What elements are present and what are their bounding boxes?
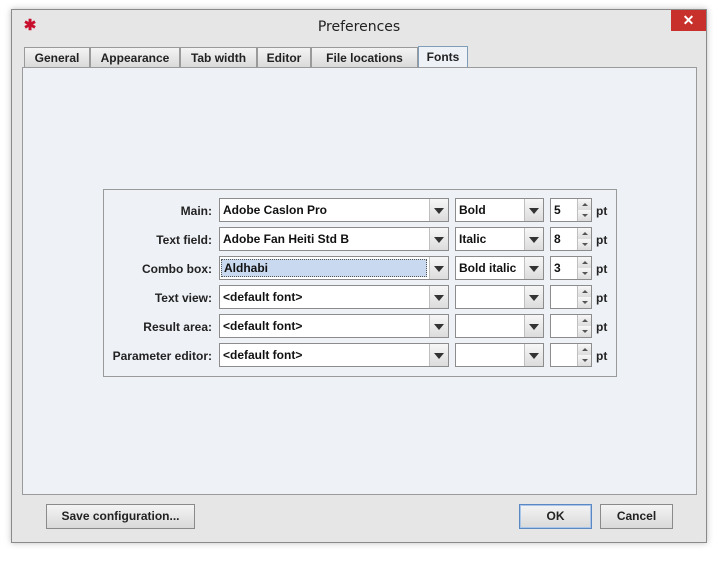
combo-box-size-unit: pt: [596, 262, 608, 276]
parameter-editor-font-label: Parameter editor:: [112, 349, 212, 363]
title-bar[interactable]: ✱ Preferences ✕: [12, 10, 706, 45]
text-view-size-unit: pt: [596, 291, 608, 305]
combo-box-font-style-combo[interactable]: Bold italic: [455, 256, 544, 280]
text-view-font-family-combo[interactable]: <default font>: [219, 285, 449, 309]
tab-general[interactable]: General: [24, 47, 90, 67]
main-font-size-spinner[interactable]: 5: [550, 198, 592, 222]
parameter-editor-size-unit: pt: [596, 349, 608, 363]
chevron-down-icon[interactable]: [429, 315, 448, 337]
tab-appearance[interactable]: Appearance: [90, 47, 180, 67]
text-field-font-size-value: 8: [554, 232, 561, 246]
text-field-font-family-combo[interactable]: Adobe Fan Heiti Std B: [219, 227, 449, 251]
text-field-font-size-spinner[interactable]: 8: [550, 227, 592, 251]
main-font-style-value: Bold: [459, 203, 486, 217]
spinner-down-icon[interactable]: [577, 239, 591, 250]
combo-box-font-family-combo[interactable]: Aldhabi: [219, 256, 449, 280]
parameter-editor-font-family-combo[interactable]: <default font>: [219, 343, 449, 367]
spinner-down-icon[interactable]: [577, 210, 591, 221]
main-size-unit: pt: [596, 204, 608, 218]
main-font-style-combo[interactable]: Bold: [455, 198, 544, 222]
main-font-family-combo[interactable]: Adobe Caslon Pro: [219, 198, 449, 222]
spinner-down-icon[interactable]: [577, 326, 591, 337]
chevron-down-icon[interactable]: [524, 344, 543, 366]
save-configuration-button[interactable]: Save configuration...: [46, 504, 195, 529]
main-font-size-value: 5: [554, 203, 561, 217]
result-area-font-family-value: <default font>: [223, 319, 303, 333]
chevron-down-icon[interactable]: [524, 286, 543, 308]
tab-tab-width[interactable]: Tab width: [180, 47, 257, 67]
main-font-label: Main:: [180, 204, 212, 218]
close-button[interactable]: ✕: [671, 10, 706, 31]
parameter-editor-font-family-value: <default font>: [223, 348, 303, 362]
spinner-down-icon[interactable]: [577, 268, 591, 279]
combo-box-font-family-value: Aldhabi: [221, 259, 427, 277]
chevron-down-icon[interactable]: [429, 228, 448, 250]
parameter-editor-font-style-combo[interactable]: [455, 343, 544, 367]
spinner-down-icon[interactable]: [577, 355, 591, 366]
chevron-down-icon[interactable]: [429, 257, 448, 279]
combo-box-font-style-value: Bold italic: [459, 261, 517, 275]
tab-file-locations[interactable]: File locations: [311, 47, 418, 67]
close-icon: ✕: [682, 12, 695, 28]
tab-editor[interactable]: Editor: [257, 47, 311, 67]
combo-box-font-label: Combo box:: [142, 262, 212, 276]
main-font-family-value: Adobe Caslon Pro: [223, 203, 328, 217]
text-view-font-family-value: <default font>: [223, 290, 303, 304]
text-field-font-style-combo[interactable]: Italic: [455, 227, 544, 251]
chevron-down-icon[interactable]: [524, 315, 543, 337]
result-area-font-style-combo[interactable]: [455, 314, 544, 338]
preferences-window: ✱ Preferences ✕ General Appearance Tab w…: [11, 9, 707, 543]
chevron-down-icon[interactable]: [524, 199, 543, 221]
window-title: Preferences: [317, 19, 401, 35]
text-view-font-style-combo[interactable]: [455, 285, 544, 309]
combo-box-font-size-value: 3: [554, 261, 561, 275]
result-area-font-label: Result area:: [143, 320, 212, 334]
text-field-font-family-value: Adobe Fan Heiti Std B: [223, 232, 349, 246]
parameter-editor-font-size-spinner[interactable]: [550, 343, 592, 367]
result-area-size-unit: pt: [596, 320, 608, 334]
chevron-down-icon[interactable]: [524, 228, 543, 250]
combo-box-font-size-spinner[interactable]: 3: [550, 256, 592, 280]
text-field-size-unit: pt: [596, 233, 608, 247]
cancel-button[interactable]: Cancel: [600, 504, 673, 529]
text-field-font-style-value: Italic: [459, 232, 487, 246]
tab-fonts[interactable]: Fonts: [418, 46, 468, 68]
chevron-down-icon[interactable]: [524, 257, 543, 279]
chevron-down-icon[interactable]: [429, 344, 448, 366]
chevron-down-icon[interactable]: [429, 286, 448, 308]
text-field-font-label: Text field:: [156, 233, 212, 247]
fonts-panel: Main: Adobe Caslon Pro Bold 5 pt Text fi…: [22, 67, 697, 495]
text-view-font-size-spinner[interactable]: [550, 285, 592, 309]
fonts-settings-group: Main: Adobe Caslon Pro Bold 5 pt Text fi…: [103, 189, 617, 377]
spinner-down-icon[interactable]: [577, 297, 591, 308]
ok-button[interactable]: OK: [519, 504, 592, 529]
result-area-font-size-spinner[interactable]: [550, 314, 592, 338]
text-view-font-label: Text view:: [154, 291, 212, 305]
result-area-font-family-combo[interactable]: <default font>: [219, 314, 449, 338]
chevron-down-icon[interactable]: [429, 199, 448, 221]
